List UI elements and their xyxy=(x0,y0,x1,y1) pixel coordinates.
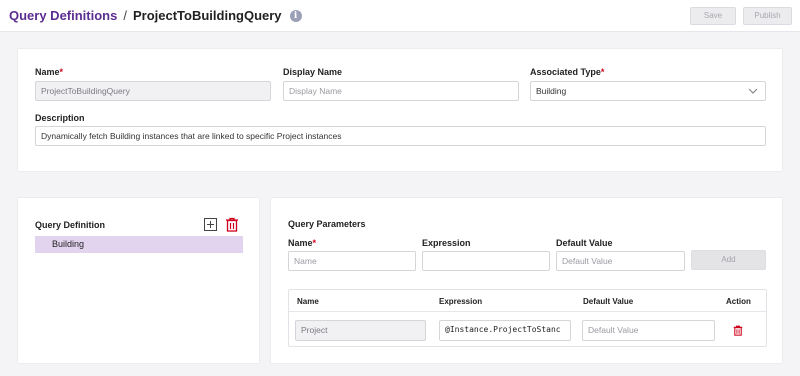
param-default-value-field[interactable]: Default Value xyxy=(556,251,685,271)
row-expression-field[interactable]: @Instance.ProjectToStanc xyxy=(439,320,571,341)
top-bar: Query Definitions / ProjectToBuildingQue… xyxy=(0,0,800,32)
info-icon[interactable]: i xyxy=(289,9,302,22)
parameters-table: Name Expression Default Value Action Pro… xyxy=(288,289,767,347)
trash-icon[interactable] xyxy=(733,325,743,336)
details-card: Name* ProjectToBuildingQuery Display Nam… xyxy=(17,48,783,172)
table-header-divider xyxy=(289,311,766,312)
plus-square-icon[interactable] xyxy=(204,218,217,231)
name-label: Name* xyxy=(35,67,64,77)
description-field[interactable]: Dynamically fetch Building instances tha… xyxy=(35,126,766,146)
row-name-field[interactable]: Project xyxy=(295,320,426,341)
query-parameters-card: Query Parameters Name* Name Expression D… xyxy=(270,197,783,364)
page-title: ProjectToBuildingQuery xyxy=(132,8,282,23)
query-definition-card: Query Definition Building xyxy=(17,197,260,364)
breadcrumb-query-definitions[interactable]: Query Definitions xyxy=(9,8,117,23)
param-expression-field[interactable] xyxy=(422,251,550,271)
description-label: Description xyxy=(35,113,85,123)
display-name-label: Display Name xyxy=(283,67,343,77)
add-parameter-button[interactable]: Add xyxy=(691,250,766,270)
breadcrumb-separator: / xyxy=(123,8,127,23)
column-header-action: Action xyxy=(726,297,751,306)
param-name-label: Name* xyxy=(288,238,317,248)
column-header-expression: Expression xyxy=(439,297,483,306)
param-default-value-label: Default Value xyxy=(556,238,613,248)
param-expression-label: Expression xyxy=(422,238,471,248)
publish-button[interactable]: Publish xyxy=(743,7,792,25)
column-header-name: Name xyxy=(297,297,319,306)
associated-type-label: Associated Type* xyxy=(530,67,605,77)
column-header-default-value: Default Value xyxy=(583,297,634,306)
associated-type-select[interactable]: Building xyxy=(530,81,766,101)
query-definition-item[interactable]: Building xyxy=(35,236,243,253)
query-definition-title: Query Definition xyxy=(35,220,106,230)
save-button[interactable]: Save xyxy=(690,7,736,25)
name-field[interactable]: ProjectToBuildingQuery xyxy=(35,81,271,101)
chevron-down-icon xyxy=(748,88,758,94)
breadcrumb: Query Definitions / ProjectToBuildingQue… xyxy=(9,8,302,23)
associated-type-value: Building xyxy=(536,86,567,96)
display-name-field[interactable]: Display Name xyxy=(283,81,519,101)
param-name-field[interactable]: Name xyxy=(288,251,416,271)
query-parameters-title: Query Parameters xyxy=(288,219,366,229)
row-default-value-field[interactable]: Default Value xyxy=(582,320,715,341)
trash-icon[interactable] xyxy=(225,217,239,232)
